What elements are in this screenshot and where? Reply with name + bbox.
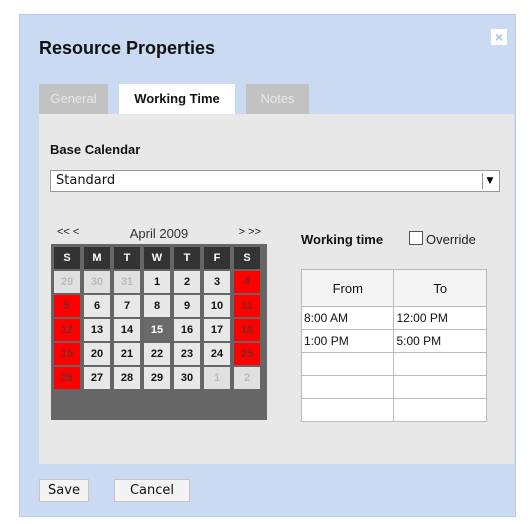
calendar-day[interactable]: 28: [114, 367, 140, 389]
base-calendar-label: Base Calendar: [50, 142, 141, 157]
calendar-day[interactable]: 14: [114, 319, 140, 341]
weekday-header: T: [114, 247, 140, 269]
base-calendar-value: Standard: [56, 173, 116, 188]
from-cell[interactable]: [300, 398, 395, 422]
calendar-day[interactable]: 30: [84, 271, 110, 293]
calendar-day[interactable]: 27: [84, 367, 110, 389]
weekday-header: T: [174, 247, 200, 269]
tab-working-time[interactable]: Working Time: [119, 84, 235, 114]
to-cell[interactable]: [393, 352, 487, 376]
working-time-table: From To 8:00 AM 12:00 PM 1:00 PM 5:00 PM: [300, 269, 487, 422]
calendar-day[interactable]: 16: [174, 319, 200, 341]
to-cell[interactable]: [393, 398, 487, 422]
table-row: [300, 375, 487, 399]
calendar-day[interactable]: 2: [174, 271, 200, 293]
calendar-day[interactable]: 19: [54, 343, 80, 365]
table-row: [300, 398, 487, 422]
table-row: 8:00 AM 12:00 PM: [300, 306, 487, 330]
table-row: 1:00 PM 5:00 PM: [300, 329, 487, 353]
base-calendar-select[interactable]: Standard ▼: [50, 170, 500, 192]
from-cell[interactable]: 8:00 AM: [300, 306, 395, 330]
dialog-titlebar[interactable]: Resource Properties ×: [20, 15, 515, 79]
weekday-header: S: [234, 247, 260, 269]
to-cell[interactable]: [393, 375, 487, 399]
calendar-month-title: April 2009: [129, 226, 189, 241]
calendar-grid: S M T W T F S 29 30 31 1 2 3 4 5 6 7 8 9 10 11 12 13 14 15 16 17 18…: [51, 244, 267, 420]
calendar-day[interactable]: 17: [204, 319, 230, 341]
calendar-day[interactable]: 10: [204, 295, 230, 317]
calendar-day[interactable]: 4: [234, 271, 260, 293]
table-row: [300, 352, 487, 376]
calendar-day[interactable]: 7: [114, 295, 140, 317]
working-time-label: Working time: [301, 232, 384, 247]
calendar-day[interactable]: 3: [204, 271, 230, 293]
calendar-day[interactable]: 29: [144, 367, 170, 389]
calendar-day[interactable]: 6: [84, 295, 110, 317]
calendar-day[interactable]: 23: [174, 343, 200, 365]
to-cell[interactable]: 5:00 PM: [393, 329, 487, 353]
calendar-day[interactable]: 21: [114, 343, 140, 365]
override-checkbox[interactable]: [409, 231, 423, 245]
calendar-day[interactable]: 20: [84, 343, 110, 365]
calendar-day[interactable]: 12: [54, 319, 80, 341]
calendar-day[interactable]: 8: [144, 295, 170, 317]
calendar-day[interactable]: 30: [174, 367, 200, 389]
calendar-day[interactable]: 2: [234, 367, 260, 389]
calendar-day[interactable]: 11: [234, 295, 260, 317]
save-button[interactable]: Save: [39, 479, 89, 502]
calendar-day[interactable]: 29: [54, 271, 80, 293]
from-cell[interactable]: 1:00 PM: [300, 329, 395, 353]
calendar-prev-button[interactable]: << <: [57, 226, 79, 238]
calendar-day[interactable]: 15: [144, 319, 170, 341]
calendar-day[interactable]: 25: [234, 343, 260, 365]
calendar-next-button[interactable]: > >>: [239, 226, 261, 238]
cancel-button[interactable]: Cancel: [114, 479, 190, 502]
calendar-header: April 2009 << < > >>: [51, 222, 267, 244]
chevron-down-icon[interactable]: ▼: [482, 173, 497, 189]
column-header-from: From: [300, 269, 395, 307]
table-header-row: From To: [300, 269, 487, 307]
dialog-title: Resource Properties: [39, 38, 216, 58]
weekday-header: F: [204, 247, 230, 269]
calendar-day[interactable]: 9: [174, 295, 200, 317]
resource-properties-dialog: Resource Properties × General Working Ti…: [19, 14, 516, 517]
calendar-day[interactable]: 13: [84, 319, 110, 341]
weekday-header: W: [144, 247, 170, 269]
calendar-day[interactable]: 22: [144, 343, 170, 365]
override-label: Override: [426, 232, 476, 247]
tab-notes[interactable]: Notes: [246, 84, 309, 114]
month-calendar: April 2009 << < > >> S M T W T F S 29 30 31 1 2 3 4 5 6…: [51, 222, 267, 420]
weekday-header: S: [54, 247, 80, 269]
column-header-to: To: [393, 269, 487, 307]
calendar-day[interactable]: 31: [114, 271, 140, 293]
calendar-day[interactable]: 1: [144, 271, 170, 293]
working-time-panel: Base Calendar Standard ▼ April 2009 << <…: [39, 114, 514, 464]
calendar-day[interactable]: 18: [234, 319, 260, 341]
calendar-day[interactable]: 5: [54, 295, 80, 317]
to-cell[interactable]: 12:00 PM: [393, 306, 487, 330]
weekday-header: M: [84, 247, 110, 269]
tab-general[interactable]: General: [39, 84, 108, 114]
from-cell[interactable]: [300, 375, 395, 399]
from-cell[interactable]: [300, 352, 395, 376]
calendar-day[interactable]: 26: [54, 367, 80, 389]
calendar-day[interactable]: 1: [204, 367, 230, 389]
calendar-day[interactable]: 24: [204, 343, 230, 365]
close-icon[interactable]: ×: [491, 29, 507, 45]
